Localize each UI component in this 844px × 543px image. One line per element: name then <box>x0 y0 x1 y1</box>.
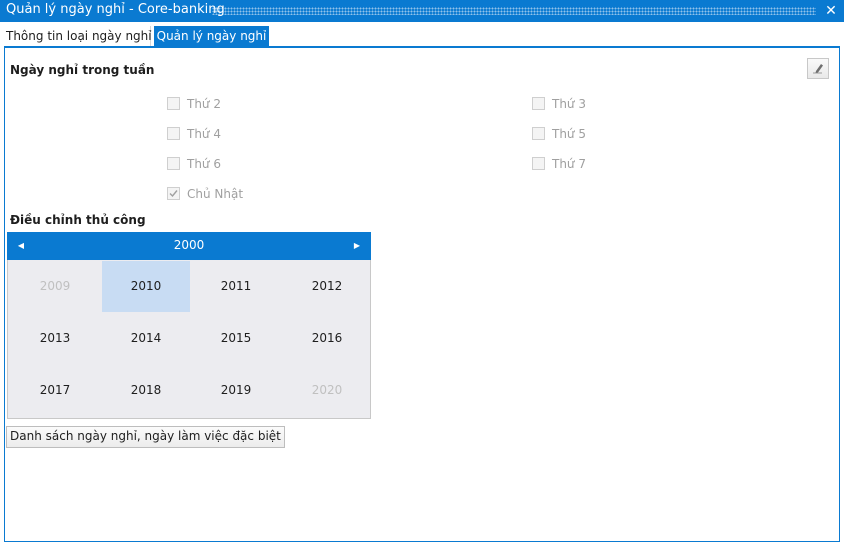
calendar-header: ◀ 2000 ▶ <box>7 232 371 260</box>
tab-strip: Thông tin loại ngày nghỉ Quản lý ngày ng… <box>0 22 844 46</box>
calendar-year-cell[interactable]: 2014 <box>102 313 190 364</box>
calendar-year-cell[interactable]: 2015 <box>192 313 280 364</box>
tab-holiday-management[interactable]: Quản lý ngày nghỉ <box>154 26 269 46</box>
checkbox-label: Thứ 7 <box>552 157 586 171</box>
checkbox-box[interactable] <box>532 127 545 140</box>
pencil-icon <box>813 64 823 74</box>
checkbox-box[interactable] <box>532 157 545 170</box>
checkbox-box[interactable] <box>167 187 180 200</box>
checkbox-box[interactable] <box>167 127 180 140</box>
checkbox-thu-7[interactable]: Thứ 7 <box>532 157 586 173</box>
manual-adjust-title: Điều chỉnh thủ công <box>10 213 146 227</box>
title-bar-grip[interactable] <box>212 7 816 15</box>
calendar-year-cell[interactable]: 2017 <box>11 365 99 416</box>
edit-button[interactable] <box>807 58 829 79</box>
checkbox-thu-3[interactable]: Thứ 3 <box>532 97 586 113</box>
checkbox-thu-2[interactable]: Thứ 2 <box>167 97 221 113</box>
checkbox-label: Thứ 2 <box>187 97 221 111</box>
calendar-year-cell[interactable]: 2019 <box>192 365 280 416</box>
holiday-management-panel: Ngày nghỉ trong tuần Thứ 2 Thứ 3 Thứ 4 T… <box>4 46 840 542</box>
calendar-year-cell[interactable]: 2020 <box>283 365 371 416</box>
calendar-year-cell[interactable]: 2013 <box>11 313 99 364</box>
calendar-year-cell[interactable]: 2016 <box>283 313 371 364</box>
close-icon[interactable]: ✕ <box>822 1 840 21</box>
calendar-year-cell[interactable]: 2010 <box>102 261 190 312</box>
checkbox-label: Chủ Nhật <box>187 187 244 201</box>
checkbox-chu-nhat[interactable]: Chủ Nhật <box>167 187 243 203</box>
checkbox-box[interactable] <box>167 157 180 170</box>
window-title: Quản lý ngày nghỉ - Core-banking <box>6 2 225 17</box>
calendar-year-cell[interactable]: 2012 <box>283 261 371 312</box>
triangle-right-icon[interactable]: ▶ <box>349 238 365 254</box>
calendar-year-cell[interactable]: 2018 <box>102 365 190 416</box>
calendar-decade-label[interactable]: 2000 <box>7 238 371 252</box>
checkmark-icon <box>169 190 178 198</box>
checkbox-thu-4[interactable]: Thứ 4 <box>167 127 221 143</box>
checkbox-label: Thứ 6 <box>187 157 221 171</box>
calendar-year-cell[interactable]: 2011 <box>192 261 280 312</box>
checkbox-box[interactable] <box>532 97 545 110</box>
title-bar: Quản lý ngày nghỉ - Core-banking ✕ <box>0 0 844 22</box>
checkbox-thu-6[interactable]: Thứ 6 <box>167 157 221 173</box>
checkbox-label: Thứ 5 <box>552 127 586 141</box>
checkbox-thu-5[interactable]: Thứ 5 <box>532 127 586 143</box>
special-days-list-button[interactable]: Danh sách ngày nghỉ, ngày làm việc đặc b… <box>6 426 285 448</box>
checkbox-label: Thứ 4 <box>187 127 221 141</box>
calendar-year-cell[interactable]: 2009 <box>11 261 99 312</box>
year-calendar: ◀ 2000 ▶ 2009 2010 2011 2012 2013 2014 2015 201… <box>7 232 371 419</box>
checkbox-box[interactable] <box>167 97 180 110</box>
weekly-holidays-title: Ngày nghỉ trong tuần <box>10 63 155 77</box>
tab-holiday-type-info[interactable]: Thông tin loại ngày nghỉ <box>6 26 152 46</box>
checkbox-label: Thứ 3 <box>552 97 586 111</box>
